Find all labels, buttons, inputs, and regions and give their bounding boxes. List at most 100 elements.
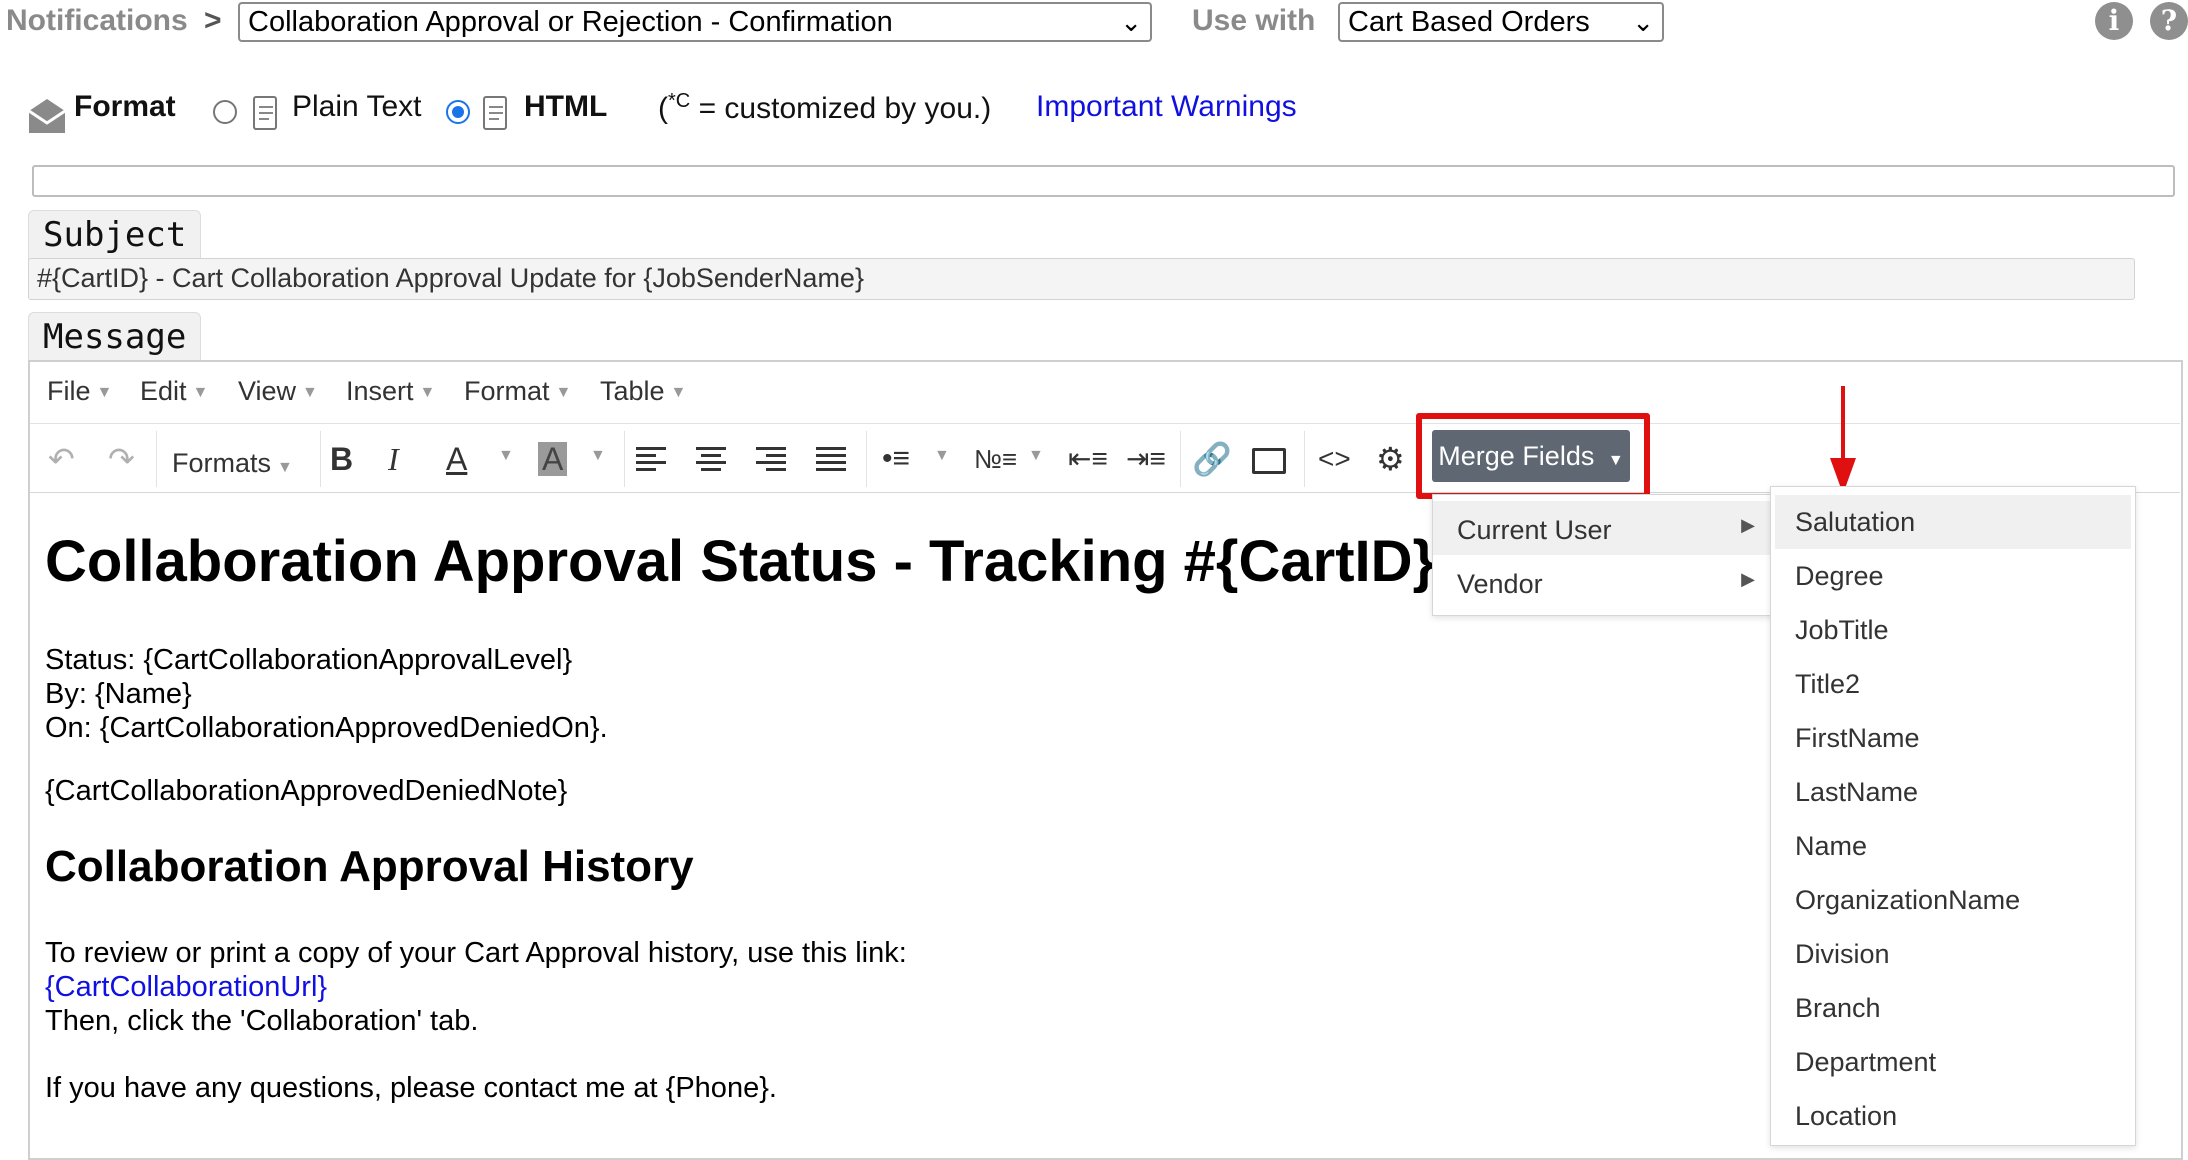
menu-item-location[interactable]: Location bbox=[1775, 1089, 2131, 1143]
outdent-icon[interactable]: ⇤≡ bbox=[1068, 442, 1108, 476]
breadcrumb-notifications[interactable]: Notifications bbox=[6, 4, 188, 38]
menu-item-division[interactable]: Division bbox=[1775, 927, 2131, 981]
menu-insert[interactable]: Insert ▼ bbox=[346, 376, 435, 407]
menu-item-branch[interactable]: Branch bbox=[1775, 981, 2131, 1035]
caret-right-icon: ▶ bbox=[1741, 569, 1755, 589]
subject-input[interactable]: #{CartID} - Cart Collaboration Approval … bbox=[28, 258, 2135, 300]
notification-select[interactable]: Collaboration Approval or Rejection - Co… bbox=[238, 2, 1152, 42]
menu-item-title2[interactable]: Title2 bbox=[1775, 657, 2131, 711]
menu-item-salutation[interactable]: Salutation bbox=[1775, 495, 2131, 549]
menu-item-vendor[interactable]: Vendor ▶ bbox=[1433, 555, 1771, 609]
document-icon bbox=[253, 96, 277, 130]
collaboration-url-link[interactable]: {CartCollaborationUrl} bbox=[45, 970, 907, 1004]
status-block: Status: {CartCollaborationApprovalLevel}… bbox=[45, 643, 608, 745]
then-line: Then, click the 'Collaboration' tab. bbox=[45, 1005, 479, 1037]
review-block: To review or print a copy of your Cart A… bbox=[45, 936, 907, 1038]
caret-down-icon[interactable]: ▼ bbox=[1028, 447, 1044, 465]
html-document-icon bbox=[483, 96, 507, 130]
menu-insert-label: Insert bbox=[346, 376, 414, 406]
undo-icon[interactable]: ↶ bbox=[48, 442, 75, 476]
chevron-down-icon: ⌄ bbox=[1632, 7, 1654, 37]
gear-icon[interactable]: ⚙ bbox=[1376, 442, 1405, 476]
chevron-down-icon: ⌄ bbox=[1120, 7, 1142, 37]
merge-fields-submenu: Salutation Degree JobTitle Title2 FirstN… bbox=[1770, 486, 2136, 1146]
align-right-icon[interactable] bbox=[756, 447, 786, 471]
merge-fields-button[interactable]: Merge Fields ▼ bbox=[1432, 430, 1630, 482]
menu-format[interactable]: Format ▼ bbox=[464, 376, 571, 407]
legend-open: ( bbox=[658, 92, 668, 125]
source-code-icon[interactable]: <> bbox=[1318, 442, 1351, 476]
html-label[interactable]: HTML bbox=[524, 90, 607, 124]
redo-icon[interactable]: ↷ bbox=[108, 442, 135, 476]
legend-superscript: *C bbox=[668, 90, 691, 112]
menu-item-organizationname[interactable]: OrganizationName bbox=[1775, 873, 2131, 927]
notification-select-value: Collaboration Approval or Rejection - Co… bbox=[248, 6, 893, 38]
bullet-list-icon[interactable]: •≡ bbox=[882, 442, 910, 476]
align-justify-icon[interactable] bbox=[816, 447, 846, 471]
caret-right-icon: ▶ bbox=[1741, 515, 1755, 535]
customized-legend: (*C = customized by you.) bbox=[658, 90, 991, 126]
menu-item-firstname[interactable]: FirstName bbox=[1775, 711, 2131, 765]
important-warnings-link[interactable]: Important Warnings bbox=[1036, 90, 1297, 124]
content-heading: Collaboration Approval Status - Tracking… bbox=[45, 529, 1436, 594]
image-icon[interactable] bbox=[1252, 448, 1286, 474]
numbered-list-icon[interactable]: №≡ bbox=[974, 442, 1017, 476]
menu-item-degree[interactable]: Degree bbox=[1775, 549, 2131, 603]
html-radio[interactable] bbox=[446, 100, 470, 124]
merge-group-menu: Current User ▶ Vendor ▶ bbox=[1432, 494, 1772, 616]
subject-tab: Subject bbox=[28, 210, 202, 260]
menu-view[interactable]: View ▼ bbox=[238, 376, 318, 407]
caret-down-icon: ▼ bbox=[96, 383, 113, 401]
caret-down-icon[interactable]: ▼ bbox=[590, 447, 606, 465]
background-color-icon[interactable]: A bbox=[538, 442, 568, 476]
use-with-select[interactable]: Cart Based Orders ⌄ bbox=[1338, 2, 1664, 42]
caret-down-icon: ▼ bbox=[192, 383, 209, 401]
review-line: To review or print a copy of your Cart A… bbox=[45, 937, 907, 969]
merge-fields-label: Merge Fields bbox=[1438, 441, 1595, 471]
menu-edit[interactable]: Edit ▼ bbox=[140, 376, 208, 407]
menu-item-name[interactable]: Name bbox=[1775, 819, 2131, 873]
menu-file[interactable]: File ▼ bbox=[47, 376, 112, 407]
menu-file-label: File bbox=[47, 376, 91, 406]
use-with-select-value: Cart Based Orders bbox=[1348, 6, 1590, 38]
menu-item-department[interactable]: Department bbox=[1775, 1035, 2131, 1089]
use-with-label: Use with bbox=[1192, 4, 1316, 37]
contact-line: If you have any questions, please contac… bbox=[45, 1072, 777, 1104]
empty-field[interactable] bbox=[32, 165, 2175, 197]
menu-item-label: Current User bbox=[1457, 515, 1612, 545]
format-label: Format bbox=[74, 90, 176, 123]
menu-table-label: Table bbox=[600, 376, 665, 406]
caret-down-icon: ▼ bbox=[419, 383, 436, 401]
bold-icon[interactable]: B bbox=[330, 442, 353, 476]
menu-table[interactable]: Table ▼ bbox=[600, 376, 686, 407]
link-icon[interactable]: 🔗 bbox=[1192, 442, 1232, 476]
caret-down-icon: ▼ bbox=[555, 383, 572, 401]
formats-label: Formats bbox=[172, 448, 272, 478]
menu-item-lastname[interactable]: LastName bbox=[1775, 765, 2131, 819]
formats-dropdown[interactable]: Formats ▼ bbox=[172, 446, 293, 485]
align-center-icon[interactable] bbox=[696, 447, 726, 471]
status-line: Status: {CartCollaborationApprovalLevel} bbox=[45, 644, 573, 676]
plain-text-radio[interactable] bbox=[213, 100, 237, 124]
caret-down-icon: ▼ bbox=[1607, 452, 1624, 469]
help-icon[interactable]: ? bbox=[2150, 2, 2188, 40]
text-color-icon[interactable]: A bbox=[446, 442, 467, 476]
caret-down-icon[interactable]: ▼ bbox=[498, 447, 514, 465]
info-icon[interactable]: i bbox=[2095, 2, 2133, 40]
menu-item-jobtitle[interactable]: JobTitle bbox=[1775, 603, 2131, 657]
caret-down-icon: ▼ bbox=[302, 383, 318, 401]
italic-icon[interactable]: I bbox=[388, 442, 399, 476]
history-heading: Collaboration Approval History bbox=[45, 842, 694, 891]
caret-down-icon[interactable]: ▼ bbox=[934, 447, 950, 465]
indent-icon[interactable]: ⇥≡ bbox=[1126, 442, 1166, 476]
align-left-icon[interactable] bbox=[636, 447, 666, 471]
arrow-down-icon bbox=[1830, 386, 1856, 494]
caret-down-icon: ▼ bbox=[277, 459, 293, 476]
menu-edit-label: Edit bbox=[140, 376, 187, 406]
menu-view-label: View bbox=[238, 376, 297, 406]
by-line: By: {Name} bbox=[45, 678, 192, 710]
envelope-icon bbox=[28, 99, 66, 133]
plain-text-label[interactable]: Plain Text bbox=[292, 90, 422, 124]
note-line: {CartCollaborationApprovedDeniedNote} bbox=[45, 775, 568, 807]
menu-item-current-user[interactable]: Current User ▶ bbox=[1433, 501, 1771, 555]
